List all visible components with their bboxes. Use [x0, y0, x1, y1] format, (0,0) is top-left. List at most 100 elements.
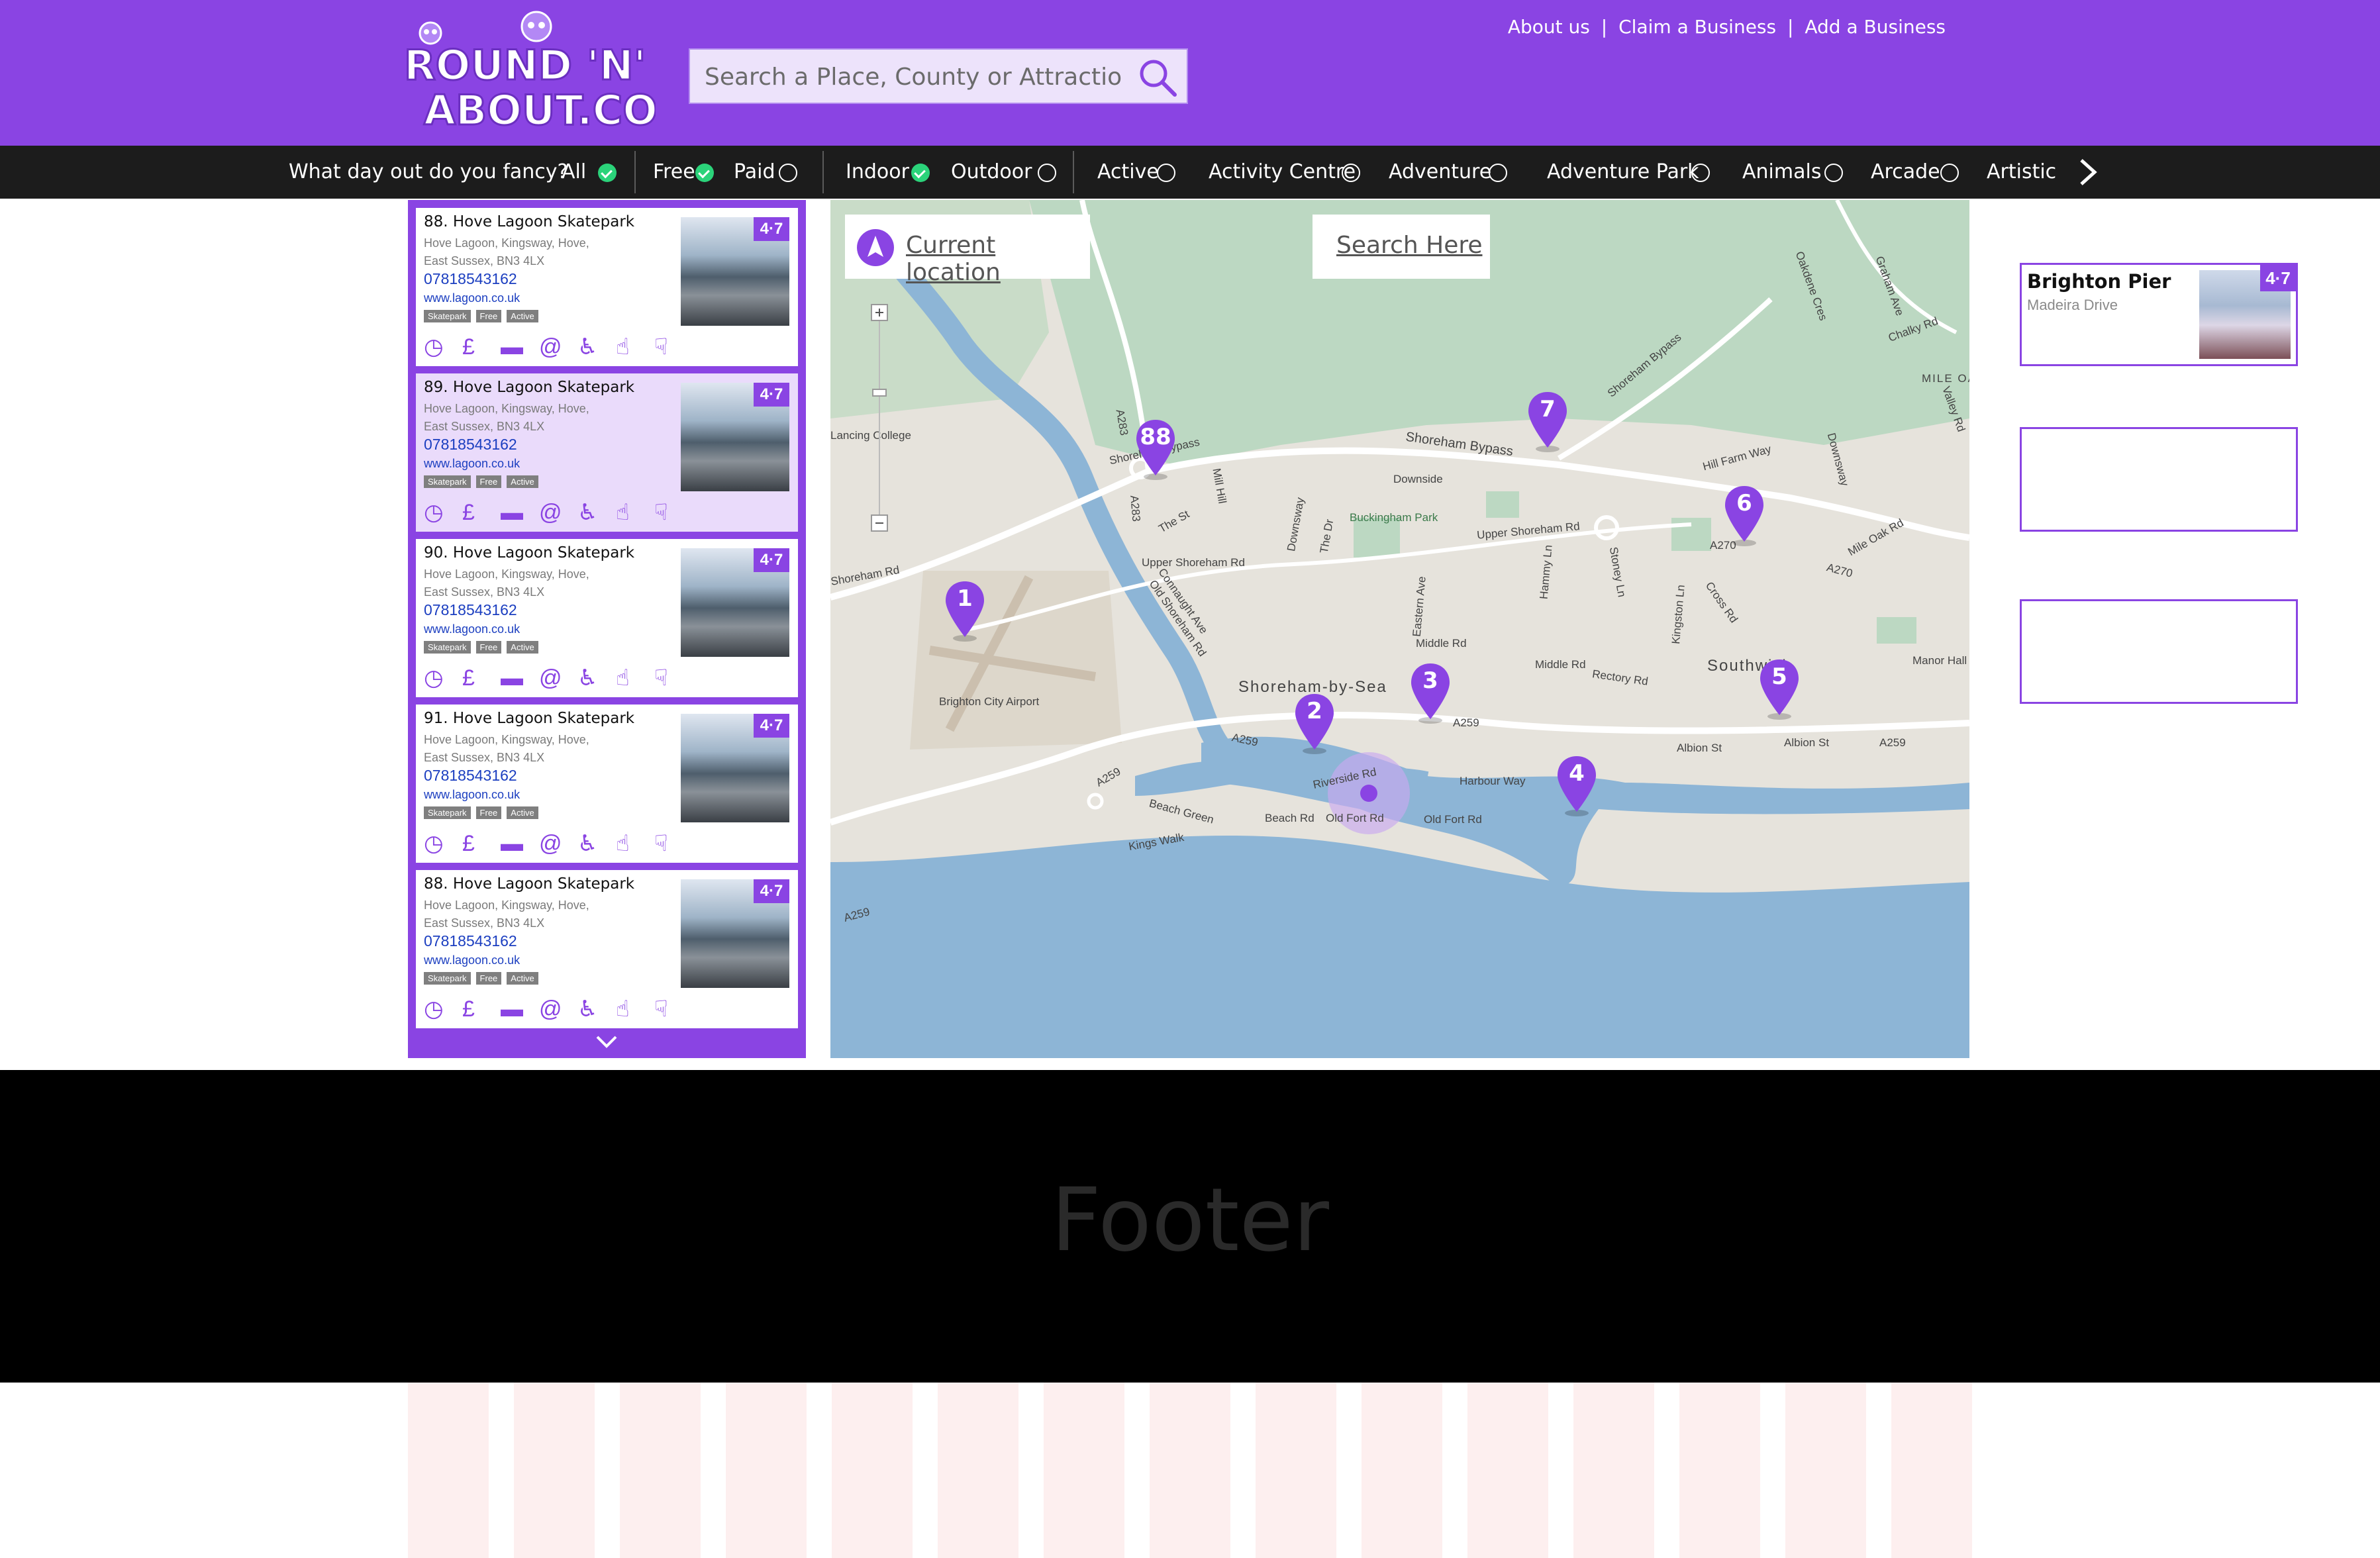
pound-icon[interactable]: £ [462, 665, 501, 691]
map-marker-1[interactable]: 1 [943, 579, 987, 642]
logo[interactable]: ROUND 'N' ABOUT.COM [397, 7, 699, 139]
listing-thumbnail[interactable]: 4·7 [681, 217, 789, 326]
listing-card[interactable]: 88. Hove Lagoon Skatepark Hove Lagoon, Ki… [416, 208, 798, 366]
listing-card[interactable]: 89. Hove Lagoon Skatepark Hove Lagoon, Ki… [416, 373, 798, 532]
current-location-button[interactable]: Current location [845, 215, 1090, 286]
listing-phone[interactable]: 07818543162 [424, 932, 517, 950]
pound-icon[interactable]: £ [462, 996, 501, 1022]
email-icon[interactable]: @ [539, 334, 577, 360]
filter-indoor-check[interactable] [911, 164, 930, 182]
filter-animals-radio[interactable] [1824, 164, 1843, 182]
listing-website[interactable]: www.lagoon.co.uk [424, 788, 520, 802]
filter-active-radio[interactable] [1157, 164, 1175, 182]
accessible-icon[interactable]: ♿ [577, 996, 616, 1022]
filter-adventure-park-label[interactable]: Adventure Park [1547, 146, 1699, 199]
filter-arcade-radio[interactable] [1940, 164, 1959, 182]
filter-artistic-label[interactable]: Artistic [1987, 146, 2056, 199]
filter-outdoor-radio[interactable] [1038, 164, 1056, 182]
chevron-down-icon[interactable] [592, 1033, 621, 1051]
listing-title[interactable]: 91. Hove Lagoon Skatepark [424, 710, 634, 727]
listing-thumbnail[interactable]: 4·7 [681, 548, 789, 657]
comment-icon[interactable]: ▬ [501, 665, 539, 691]
clock-icon[interactable]: ◷ [424, 665, 462, 691]
listing-website[interactable]: www.lagoon.co.uk [424, 953, 520, 967]
thumbs-up-icon[interactable]: ☝ [616, 830, 654, 857]
thumbs-up-icon[interactable]: ☝ [616, 334, 654, 360]
accessible-icon[interactable]: ♿ [577, 665, 616, 691]
filter-adventure-label[interactable]: Adventure [1389, 146, 1491, 199]
email-icon[interactable]: @ [539, 665, 577, 691]
thumbs-up-icon[interactable]: ☝ [616, 996, 654, 1022]
filter-all-check[interactable] [598, 164, 617, 182]
listing-phone[interactable]: 07818543162 [424, 601, 517, 619]
listing-title[interactable]: 88. Hove Lagoon Skatepark [424, 875, 634, 893]
map-marker-3[interactable]: 3 [1409, 661, 1452, 724]
filter-adventure-radio[interactable] [1489, 164, 1507, 182]
thumbs-up-icon[interactable]: ☝ [616, 499, 654, 526]
map-marker-2[interactable]: 2 [1293, 691, 1336, 755]
listing-phone[interactable]: 07818543162 [424, 436, 517, 454]
listing-thumbnail[interactable]: 4·7 [681, 383, 789, 491]
listing-title[interactable]: 88. Hove Lagoon Skatepark [424, 213, 634, 230]
thumbs-up-icon[interactable]: ☝ [616, 665, 654, 691]
listing-card[interactable]: 91. Hove Lagoon Skatepark Hove Lagoon, Ki… [416, 705, 798, 863]
comment-icon[interactable]: ▬ [501, 830, 539, 857]
filter-active-label[interactable]: Active [1097, 146, 1159, 199]
accessible-icon[interactable]: ♿ [577, 334, 616, 360]
email-icon[interactable]: @ [539, 499, 577, 526]
search-icon[interactable] [1135, 55, 1180, 100]
listing-phone[interactable]: 07818543162 [424, 270, 517, 288]
filter-arcade-label[interactable]: Arcade [1871, 146, 1940, 199]
pound-icon[interactable]: £ [462, 499, 501, 526]
listing-title[interactable]: 90. Hove Lagoon Skatepark [424, 544, 634, 561]
filter-free-check[interactable] [695, 164, 714, 182]
listing-card[interactable]: 88. Hove Lagoon Skatepark Hove Lagoon, Ki… [416, 870, 798, 1028]
accessible-icon[interactable]: ♿ [577, 499, 616, 526]
listing-thumbnail[interactable]: 4·7 [681, 879, 789, 988]
comment-icon[interactable]: ▬ [501, 996, 539, 1022]
clock-icon[interactable]: ◷ [424, 334, 462, 360]
map-marker-5[interactable]: 5 [1758, 657, 1801, 720]
map-marker-4[interactable]: 4 [1555, 754, 1599, 817]
clock-icon[interactable]: ◷ [424, 996, 462, 1022]
chevron-right-icon[interactable] [2075, 155, 2101, 189]
popup-card-brighton-pier[interactable]: Brighton Pier Madeira Drive 4·7 [2020, 263, 2298, 366]
popup-placeholder[interactable] [2020, 427, 2298, 532]
thumbs-down-icon[interactable]: ☟ [654, 499, 693, 526]
pound-icon[interactable]: £ [462, 830, 501, 857]
map[interactable]: Shoreham Bypass Shoreham Bypass Shoreham… [830, 200, 1969, 1058]
claim-business-link[interactable]: Claim a Business [1618, 16, 1776, 38]
about-us-link[interactable]: About us [1508, 16, 1590, 38]
thumbs-down-icon[interactable]: ☟ [654, 830, 693, 857]
listing-website[interactable]: www.lagoon.co.uk [424, 457, 520, 471]
filter-paid-radio[interactable] [779, 164, 797, 182]
map-marker-88[interactable]: 88 [1134, 417, 1177, 481]
comment-icon[interactable]: ▬ [501, 334, 539, 360]
thumbs-down-icon[interactable]: ☟ [654, 996, 693, 1022]
email-icon[interactable]: @ [539, 996, 577, 1022]
listing-title[interactable]: 89. Hove Lagoon Skatepark [424, 379, 634, 396]
popup-placeholder[interactable] [2020, 599, 2298, 704]
filter-all-label[interactable]: All [562, 146, 586, 199]
listing-thumbnail[interactable]: 4·7 [681, 714, 789, 822]
accessible-icon[interactable]: ♿ [577, 830, 616, 857]
search-here-button[interactable]: Search Here [1313, 215, 1490, 279]
thumbs-down-icon[interactable]: ☟ [654, 665, 693, 691]
filter-adventure-park-radio[interactable] [1691, 164, 1710, 182]
email-icon[interactable]: @ [539, 830, 577, 857]
filter-free-label[interactable]: Free [653, 146, 695, 199]
filter-activity-centre-label[interactable]: Activity Centre [1209, 146, 1356, 199]
listing-phone[interactable]: 07818543162 [424, 767, 517, 785]
listing-website[interactable]: www.lagoon.co.uk [424, 622, 520, 636]
filter-animals-label[interactable]: Animals [1742, 146, 1821, 199]
filter-outdoor-label[interactable]: Outdoor [951, 146, 1032, 199]
pound-icon[interactable]: £ [462, 334, 501, 360]
add-business-link[interactable]: Add a Business [1805, 16, 1946, 38]
filter-paid-label[interactable]: Paid [734, 146, 775, 199]
map-marker-6[interactable]: 6 [1722, 483, 1766, 547]
comment-icon[interactable]: ▬ [501, 499, 539, 526]
filter-activity-centre-radio[interactable] [1342, 164, 1360, 182]
clock-icon[interactable]: ◷ [424, 830, 462, 857]
search-input[interactable] [705, 56, 1122, 97]
thumbs-down-icon[interactable]: ☟ [654, 334, 693, 360]
